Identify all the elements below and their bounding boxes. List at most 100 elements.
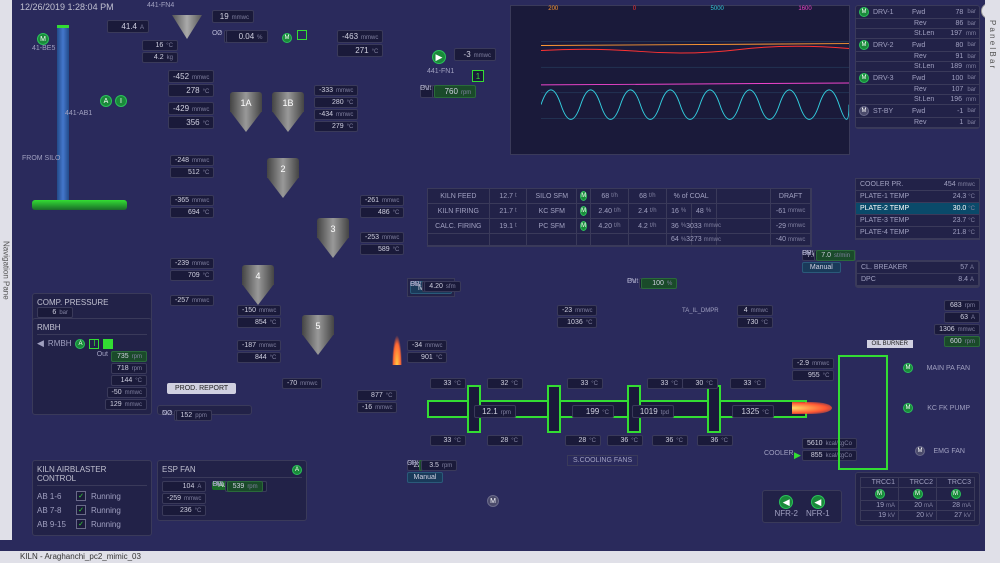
fn1-tag: 441-FN1 [427, 68, 454, 75]
indicator-o2[interactable]: M [282, 33, 292, 43]
fn1-run-button[interactable]: ▶ [432, 50, 446, 64]
silo-sfm-motor[interactable]: M [580, 191, 587, 201]
plate-val: 30.0 °C [953, 205, 975, 212]
plate-lbl: PLATE-4 TEMP [860, 229, 909, 236]
drive-sub: St.Len [914, 96, 944, 103]
fn1-status-box[interactable]: 1 [472, 70, 484, 82]
co-val: 0.04% [226, 30, 268, 43]
drive-motor[interactable]: M [859, 106, 869, 116]
rmbh-out[interactable]: 735rpm [111, 351, 147, 362]
emg-motor[interactable]: M [915, 446, 925, 456]
kc-sfm-motor[interactable]: M [580, 206, 587, 216]
left-sidebar[interactable]: Navigation Pane [0, 0, 12, 540]
tab-label[interactable]: KILN - Araghanchi_pc2_mimic_03 [20, 552, 141, 561]
drive-sub: St.Len [914, 30, 944, 37]
ab-checkbox[interactable]: ✓ [76, 505, 86, 515]
rm-out[interactable]: 7.0st/min [816, 250, 855, 261]
plate-val: 23.7 °C [953, 217, 975, 224]
right-sidebar[interactable]: P a n e l B a r [985, 0, 1000, 563]
drive-sub: Fwd [912, 9, 942, 16]
drive-sub: Rev [914, 53, 944, 60]
drive-val: 196 [948, 96, 962, 103]
pc-sfm-motor[interactable]: M [580, 221, 587, 231]
ab1-tag: 441-AB1 [65, 110, 92, 117]
motor-ab1-a[interactable]: A [100, 95, 112, 107]
cl-breaker-lbl: CL. BREAKER [861, 264, 907, 271]
drive-name: DRV-3 [873, 75, 908, 82]
rmbh-status[interactable] [103, 339, 113, 349]
drive-sub: Rev [914, 20, 944, 27]
drive-motor[interactable]: M [859, 40, 869, 50]
kiln-drive-motor[interactable]: M [487, 495, 499, 507]
cooler-right-arrow[interactable]: ▶ [794, 450, 801, 461]
rmbh-motor[interactable]: A [75, 339, 85, 349]
c1b-t: 279°C [314, 121, 358, 132]
nfr1-button[interactable]: ◀ [811, 495, 825, 509]
kcfk-motor[interactable]: M [903, 403, 913, 413]
drive-sub: St.Len [914, 63, 944, 70]
c1a-t: 280°C [314, 97, 358, 108]
mainpa-motor[interactable]: M [903, 363, 913, 373]
drive-motor[interactable]: M [859, 7, 869, 17]
cyclone-4: 4 [242, 265, 274, 305]
trcc1-motor[interactable]: M [875, 489, 885, 499]
nav-pane-label: Navigation Pane [2, 241, 11, 300]
mid-out-lbl: Out [627, 278, 638, 289]
fn1-neg3: -3mmwc [454, 48, 496, 61]
dpc-lbl: DPC [861, 276, 876, 283]
k-33c: 33°C [567, 378, 603, 389]
k-36b: 36°C [652, 435, 688, 446]
c5-t: 854°C [237, 317, 281, 328]
fan4-hopper [172, 15, 202, 39]
plates-panel: COOLER PR.454 mmwc PLATE-1 TEMP24.3 °CPL… [855, 178, 980, 240]
drive-val: 78 [946, 9, 963, 16]
rmbh-i[interactable]: I [89, 339, 99, 349]
trcc3-motor[interactable]: M [951, 489, 961, 499]
ab-row-lbl: AB 7-8 [37, 506, 71, 515]
esp-out-lbl: Out [212, 481, 223, 492]
ab-checkbox[interactable]: ✓ [76, 519, 86, 529]
k-33b: 33°C [430, 435, 466, 446]
plate-lbl: PLATE-2 TEMP [860, 205, 909, 212]
k-32: 32°C [487, 378, 523, 389]
kiln-manual2[interactable]: Manual [407, 472, 443, 483]
rmbh-neg50: -50mmwc [107, 387, 147, 398]
kiln-rpm: 12.1rpm [474, 405, 516, 418]
nfr2-button[interactable]: ◀ [779, 495, 793, 509]
prod-report-button[interactable]: PROD. REPORT [167, 383, 236, 394]
mainpa-label: MAIN PA FAN [927, 365, 970, 372]
r-600[interactable]: 600rpm [944, 336, 980, 347]
oil-burner-button[interactable]: OIL BURNER [867, 340, 913, 348]
ab-checkbox[interactable]: ✓ [76, 491, 86, 501]
esp-motor[interactable]: A [292, 465, 302, 475]
ab-status: Running [91, 520, 121, 529]
green-box-icon[interactable] [297, 30, 307, 40]
drive-name: DRV-1 [873, 9, 908, 16]
drive-motor[interactable]: M [859, 73, 869, 83]
k-36c: 36°C [697, 435, 733, 446]
rm-manual[interactable]: Manual [802, 262, 841, 273]
bottom-tab-bar[interactable]: KILN - Araghanchi_pc2_mimic_03 [0, 551, 1000, 563]
drive-sub: Fwd [912, 75, 942, 82]
trend-chart[interactable]: 200 0 5000 1600 [510, 5, 850, 155]
esp-title: ESP FAN [162, 465, 196, 475]
c4b-p: -257mmwc [170, 295, 214, 306]
motor-ab1-b[interactable]: I [115, 95, 127, 107]
c5-p2: -187mmwc [237, 340, 281, 351]
trcc2-motor[interactable]: M [913, 489, 923, 499]
c2-t: 512°C [170, 167, 214, 178]
kc-sfm-lbl: KC SFM [527, 204, 577, 218]
c5-p: -150mmwc [237, 305, 281, 316]
drive-sub: Rev [914, 86, 944, 93]
drive-sub: Fwd [912, 42, 942, 49]
fn1-out[interactable]: 760rpm [434, 85, 476, 98]
kiln-out-lbl: Out [407, 460, 418, 471]
fan4-mmwc: 19mmwc [212, 10, 254, 23]
mid-out[interactable]: 100% [641, 278, 677, 289]
drive-sub: Rev [914, 119, 944, 126]
rmbh-title: RMBH [37, 323, 147, 335]
rmbh-left-arrow[interactable]: ◀ [37, 338, 44, 349]
motor-41be5[interactable]: M [37, 33, 49, 45]
r-683: 683rpm [944, 300, 980, 311]
mid-4mmwc: 4mmwc [737, 305, 773, 316]
